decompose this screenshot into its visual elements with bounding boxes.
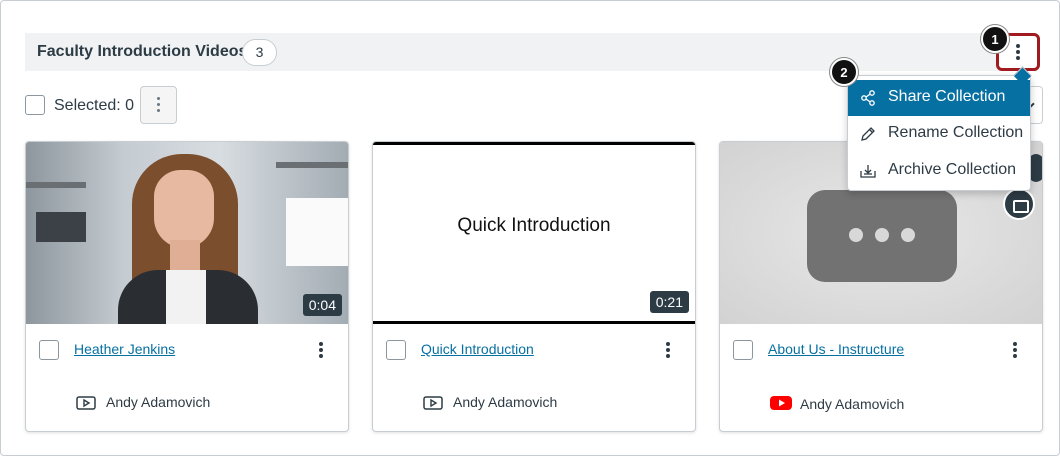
- collection-title: Faculty Introduction Videos: [37, 43, 248, 60]
- menu-item-label: Archive Collection: [888, 161, 1017, 178]
- video-title-link[interactable]: Heather Jenkins: [74, 341, 175, 357]
- more-vertical-icon: [156, 97, 161, 113]
- menu-item-rename-collection[interactable]: Rename Collection: [848, 116, 1030, 152]
- duration-badge: 0:21: [649, 291, 689, 313]
- video-title-link[interactable]: Quick Introduction: [421, 341, 534, 357]
- video-icon: [76, 396, 96, 410]
- video-card: 0:04 Heather Jenkins Andy Adamovich: [25, 141, 349, 432]
- card-options-button[interactable]: [656, 338, 680, 362]
- pencil-icon: [861, 127, 875, 141]
- card-options-button[interactable]: [309, 338, 333, 362]
- menu-item-label: Share Collection: [888, 88, 1006, 105]
- youtube-placeholder-icon: [807, 190, 957, 282]
- bulk-actions-button[interactable]: [140, 86, 177, 124]
- collection-panel: Faculty Introduction Videos 3 1 Selected…: [0, 0, 1060, 456]
- step-callout-1: 1: [981, 25, 1009, 53]
- video-title-link[interactable]: About Us - Instructure: [768, 341, 904, 357]
- presenter-face: [154, 170, 214, 248]
- owner-name: Andy Adamovich: [106, 394, 211, 410]
- share-icon: [861, 90, 875, 106]
- menu-item-label: Rename Collection: [888, 124, 1024, 141]
- more-vertical-icon: [666, 342, 670, 358]
- step-callout-2: 2: [830, 58, 858, 86]
- archive-icon: [860, 165, 876, 178]
- owner-name: Andy Adamovich: [800, 396, 905, 412]
- menu-item-archive-collection[interactable]: Archive Collection: [848, 153, 1030, 189]
- youtube-icon: [770, 396, 792, 410]
- selected-count-label: Selected: 0: [54, 97, 135, 114]
- select-all-checkbox[interactable]: [25, 95, 45, 115]
- video-thumbnail[interactable]: 0:04: [26, 142, 348, 324]
- card-options-button[interactable]: [1003, 338, 1027, 362]
- card-select-checkbox[interactable]: [39, 340, 59, 360]
- menu-item-share-collection[interactable]: Share Collection: [848, 80, 1030, 116]
- more-vertical-icon: [1016, 44, 1020, 60]
- more-vertical-icon: [1013, 342, 1017, 358]
- captions-icon: [1003, 188, 1035, 220]
- slide-title: Quick Introduction: [457, 215, 611, 236]
- video-card: Quick Introduction 0:21 Quick Introducti…: [372, 141, 696, 432]
- video-thumbnail[interactable]: Quick Introduction 0:21: [373, 142, 695, 324]
- card-select-checkbox[interactable]: [386, 340, 406, 360]
- owner-name: Andy Adamovich: [453, 394, 558, 410]
- collection-options-menu: Share Collection Rename Collection Archi…: [847, 75, 1031, 191]
- duration-badge: 0:04: [302, 294, 342, 316]
- card-select-checkbox[interactable]: [733, 340, 753, 360]
- video-icon: [423, 396, 443, 410]
- collection-count-badge: 3: [242, 39, 277, 66]
- more-vertical-icon: [319, 342, 323, 358]
